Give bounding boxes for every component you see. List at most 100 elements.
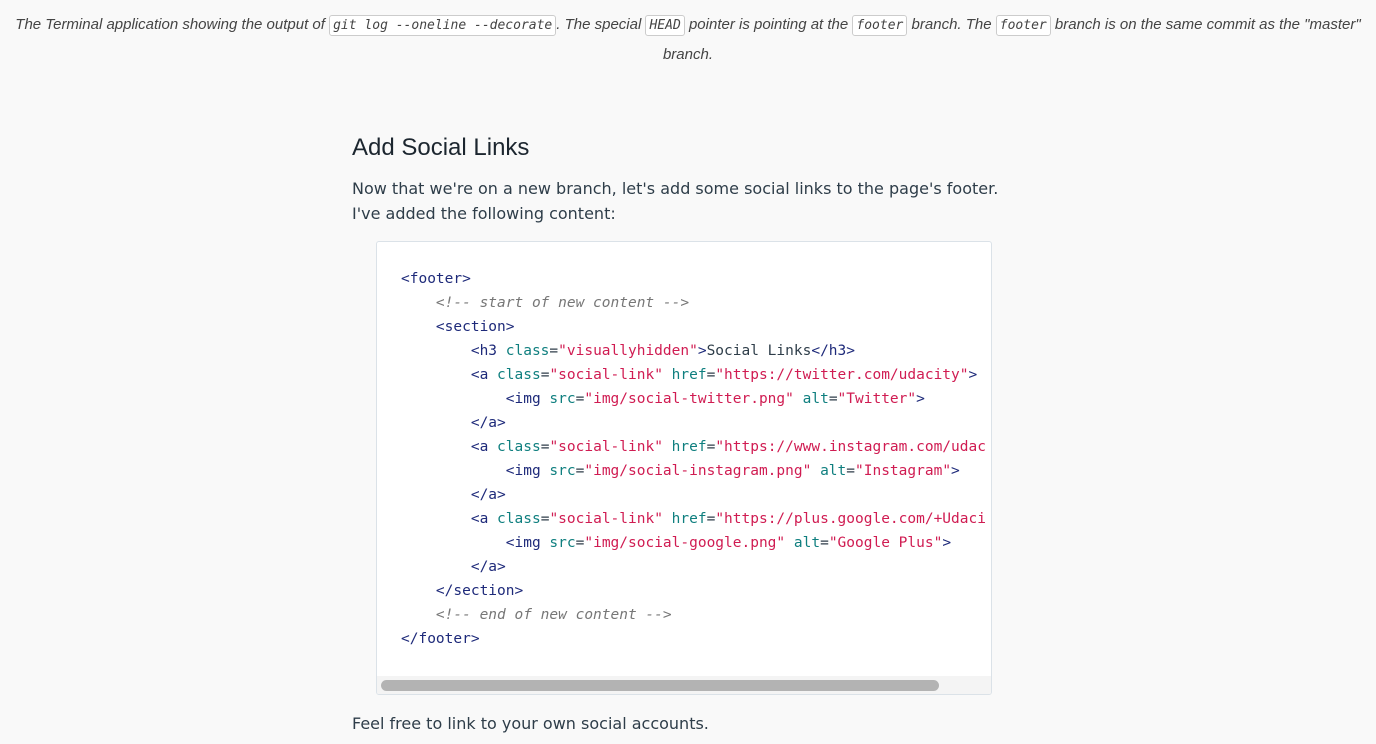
code-line: </footer> [401,627,986,651]
caption-code-git-log: git log --oneline --decorate [329,15,557,36]
code-token: <img [505,463,550,479]
code-token: "Google Plus" [828,535,943,551]
code-line: </section> [401,579,986,603]
code-line: <img src="img/social-google.png" alt="Go… [401,531,986,555]
outro-paragraph: Feel free to link to your own social acc… [352,714,709,733]
code-token: > [697,343,707,359]
code-token: = [846,463,856,479]
code-token: class [497,367,541,383]
code-token: > [916,391,925,407]
code-token: > [942,535,952,551]
code-token: <a [470,439,498,455]
code-token: href [671,511,707,527]
code-token: = [828,391,838,407]
code-token: = [820,535,829,551]
code-token: "Instagram" [855,463,952,479]
code-token: > [951,463,960,479]
code-block: <footer> <!-- start of new content --> <… [376,241,992,695]
code-line: <a class="social-link" href="https://plu… [401,507,986,531]
code-token: class [497,511,541,527]
code-token: src [549,535,576,551]
code-line: <img src="img/social-twitter.png" alt="T… [401,387,986,411]
code-token: </a> [470,487,506,503]
code-token: src [549,463,576,479]
code-token: "img/social-twitter.png" [584,391,794,407]
code-token: class [505,343,550,359]
code-token: <!-- end of new content --> [435,607,672,623]
caption-code-head: HEAD [645,15,685,36]
code-line: <a class="social-link" href="https://www… [401,435,986,459]
code-token: <img [505,391,550,407]
code-line: <a class="social-link" href="https://twi… [401,363,986,387]
code-token: "visuallyhidden" [558,343,698,359]
code-token: "img/social-google.png" [584,535,786,551]
code-token: alt [793,535,821,551]
code-token: <section> [435,319,515,335]
code-token: href [671,439,707,455]
code-content: <footer> <!-- start of new content --> <… [401,267,986,651]
code-token: "img/social-instagram.png" [584,463,812,479]
code-token: "social-link" [549,367,663,383]
code-token: "social-link" [549,511,663,527]
code-line: <img src="img/social-instagram.png" alt=… [401,459,986,483]
code-token: </a> [470,559,506,575]
horizontal-scrollbar[interactable] [377,676,991,694]
code-line: <section> [401,315,986,339]
code-token: <h3 [470,343,506,359]
code-token: src [549,391,576,407]
code-token: = [549,343,559,359]
code-line: <!-- end of new content --> [401,603,986,627]
code-token: <a [470,511,498,527]
code-token: href [671,367,707,383]
code-token: <a [470,367,498,383]
code-token: "https://plus.google.com/+Udaci [715,511,986,527]
code-line: </a> [401,483,986,507]
code-token: </h3> [811,343,855,359]
caption-text-2: . The special [556,16,646,33]
code-line: </a> [401,411,986,435]
code-token: </footer> [401,631,480,647]
intro-paragraph: Now that we're on a new branch, let's ad… [352,179,999,223]
code-token: class [497,439,541,455]
caption-text-4: branch. The [907,16,996,33]
code-token: Social Links [706,343,812,359]
caption-code-footer-2: footer [995,15,1051,36]
code-line: <footer> [401,267,986,291]
caption-text-3: pointer is pointing at the [684,16,853,33]
code-token: alt [820,463,847,479]
code-token: alt [802,391,829,407]
caption-text-1: The Terminal application showing the out… [15,16,330,33]
caption-code-footer: footer [852,15,908,36]
code-token: "https://twitter.com/udacity" [715,367,969,383]
code-line: <h3 class="visuallyhidden">Social Links<… [401,339,986,363]
section-heading: Add Social Links [352,134,530,161]
scrollbar-thumb[interactable] [381,680,939,691]
code-token: "social-link" [549,439,663,455]
code-token: <footer> [401,271,471,287]
code-token: </a> [470,415,506,431]
code-token: </section> [435,583,524,599]
figure-caption: The Terminal application showing the out… [0,10,1376,69]
code-token: <!-- start of new content --> [435,295,690,311]
code-token: "https://www.instagram.com/udac [715,439,986,455]
